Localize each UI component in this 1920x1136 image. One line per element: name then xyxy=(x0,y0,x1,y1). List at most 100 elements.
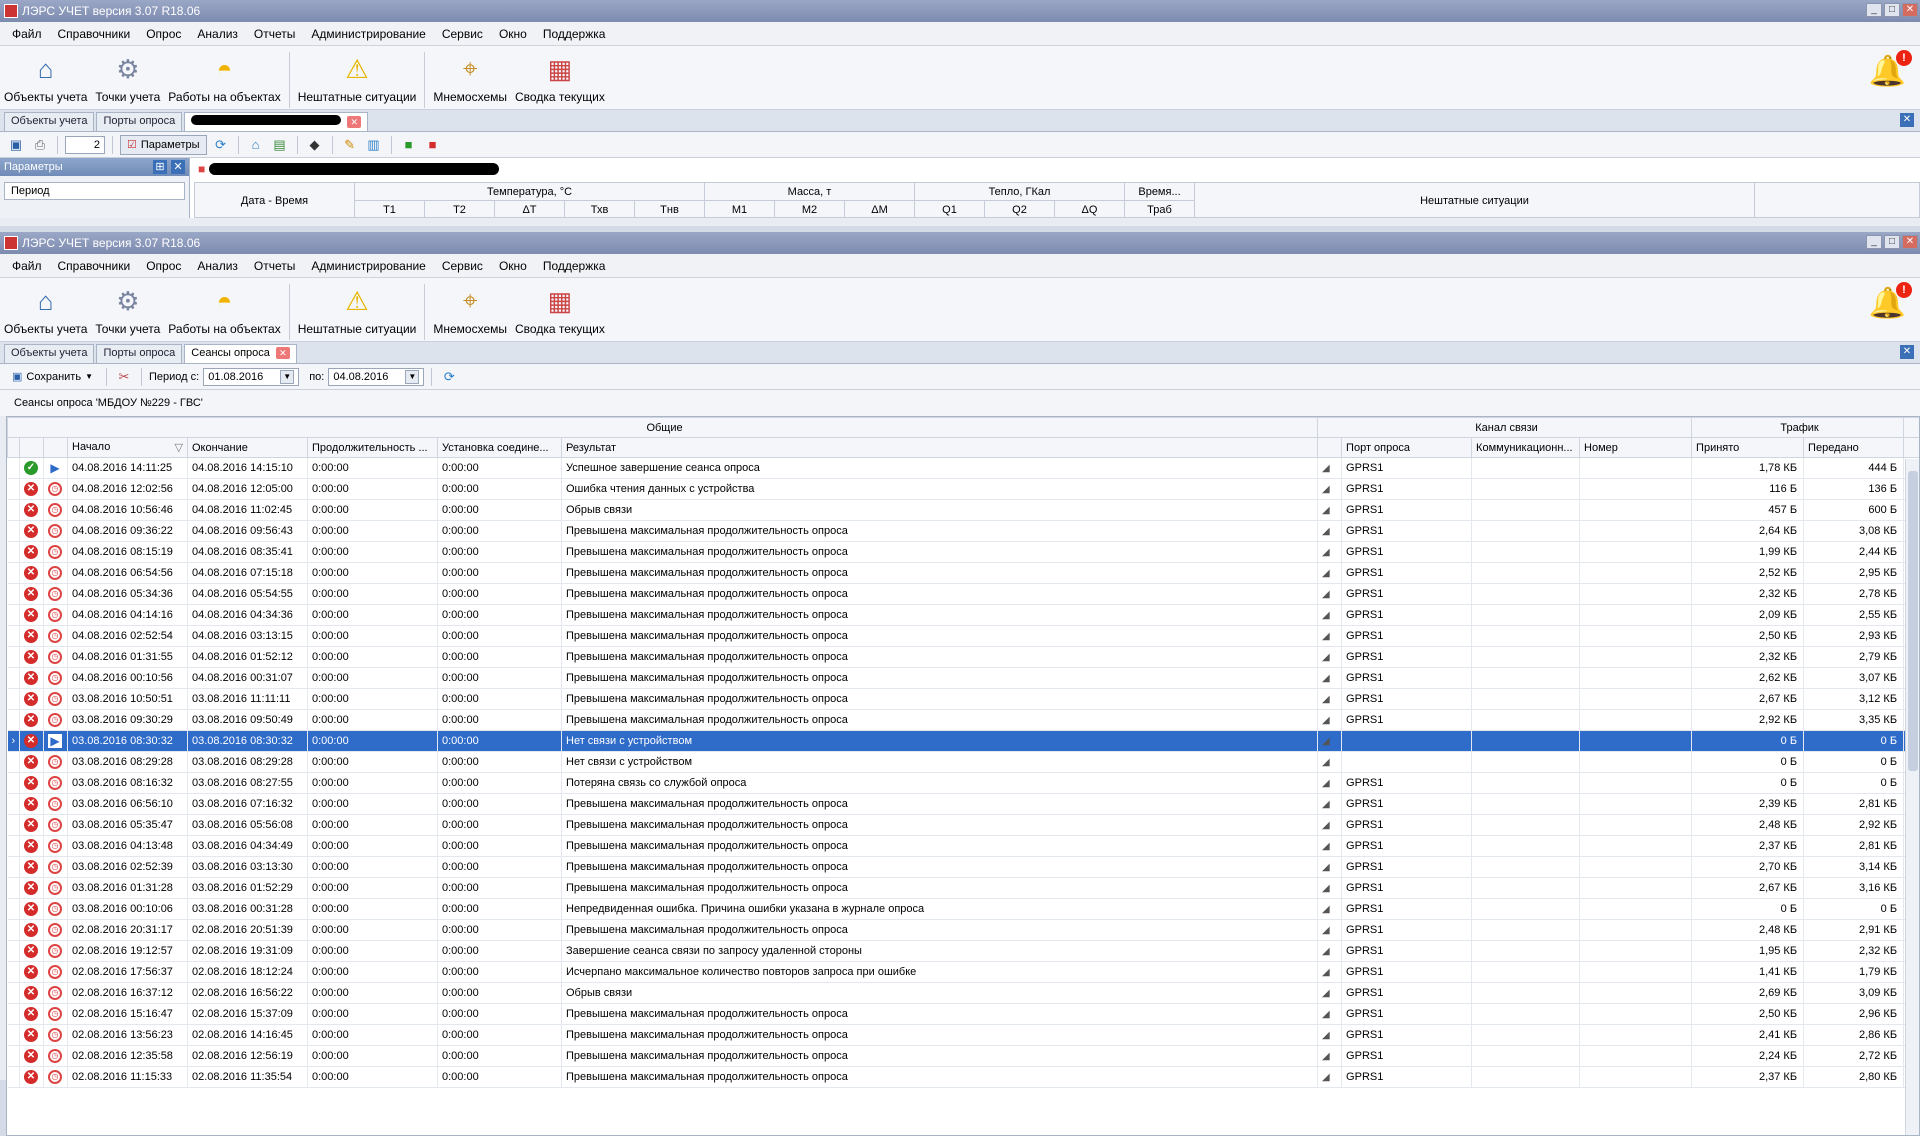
date-to-input[interactable]: 04.08.2016▼ xyxy=(328,368,424,386)
tab-sessions[interactable]: Сеансы опроса✕ xyxy=(184,344,297,363)
menu-support[interactable]: Поддержка xyxy=(535,27,614,41)
refresh-icon[interactable]: ⟳ xyxy=(439,367,459,387)
col-comm[interactable]: Коммуникационн... xyxy=(1472,438,1580,458)
print-icon[interactable]: ⎙ xyxy=(30,135,50,155)
table-row[interactable]: ✕◷04.08.2016 02:52:5404.08.2016 03:13:15… xyxy=(8,626,1920,647)
ribbon-summary-button[interactable]: ▦Сводка текущих xyxy=(511,52,609,104)
table-row[interactable]: ✕◷02.08.2016 16:37:1202.08.2016 16:56:22… xyxy=(8,983,1920,1004)
table-row[interactable]: ✕◷04.08.2016 10:56:4604.08.2016 11:02:45… xyxy=(8,500,1920,521)
table-row[interactable]: ✕◷02.08.2016 20:31:1702.08.2016 20:51:39… xyxy=(8,920,1920,941)
start-icon[interactable]: ■ xyxy=(399,135,419,155)
menu-file[interactable]: Файл xyxy=(4,27,50,41)
close-button[interactable]: ✕ xyxy=(1902,3,1918,17)
col-start[interactable]: Начало▽ xyxy=(68,438,188,458)
menu-poll[interactable]: Опрос xyxy=(138,259,189,273)
table-row[interactable]: ✕◷03.08.2016 01:31:2803.08.2016 01:52:29… xyxy=(8,878,1920,899)
tab-ports[interactable]: Порты опроса xyxy=(96,344,182,363)
edit-icon[interactable]: ✎ xyxy=(340,135,360,155)
col-result[interactable]: Результат xyxy=(562,438,1318,458)
menu-directories[interactable]: Справочники xyxy=(50,259,139,273)
col-received[interactable]: Принято xyxy=(1692,438,1804,458)
table-row[interactable]: ✕◷04.08.2016 01:31:5504.08.2016 01:52:12… xyxy=(8,647,1920,668)
stop-icon[interactable]: ■ xyxy=(423,135,443,155)
table-row[interactable]: ✕◷02.08.2016 19:12:5702.08.2016 19:31:09… xyxy=(8,941,1920,962)
tab-ports[interactable]: Порты опроса xyxy=(96,112,182,131)
menu-window[interactable]: Окно xyxy=(491,27,535,41)
scrollbar-thumb[interactable] xyxy=(1908,471,1918,771)
page-stepper[interactable]: 2 xyxy=(65,136,105,154)
table-row[interactable]: ✕◷04.08.2016 04:14:1604.08.2016 04:34:36… xyxy=(8,605,1920,626)
table-row[interactable]: ✕◷03.08.2016 04:13:4803.08.2016 04:34:49… xyxy=(8,836,1920,857)
table-row[interactable]: ✕◷02.08.2016 17:56:3702.08.2016 18:12:24… xyxy=(8,962,1920,983)
tab-redacted[interactable]: ✕ xyxy=(184,112,368,131)
col-port[interactable]: Порт опроса xyxy=(1342,438,1472,458)
save-icon[interactable]: ▣ xyxy=(6,135,26,155)
col-type[interactable] xyxy=(44,438,68,458)
maximize-button[interactable]: □ xyxy=(1884,3,1900,17)
table-row[interactable]: ✕◷02.08.2016 11:15:3302.08.2016 11:35:54… xyxy=(8,1067,1920,1088)
table-row[interactable]: ✕◷02.08.2016 13:56:2302.08.2016 14:16:45… xyxy=(8,1025,1920,1046)
close-icon[interactable]: ✕ xyxy=(171,160,185,174)
table-row[interactable]: ✕◷03.08.2016 10:50:5103.08.2016 11:11:11… xyxy=(8,689,1920,710)
tab-objects[interactable]: Объекты учета xyxy=(4,344,94,363)
close-all-tabs-icon[interactable]: ✕ xyxy=(1900,113,1914,127)
table-row[interactable]: ›✕▶03.08.2016 08:30:3203.08.2016 08:30:3… xyxy=(8,731,1920,752)
col-duration[interactable]: Продолжительность ... xyxy=(308,438,438,458)
calculator-icon[interactable]: ▥ xyxy=(364,135,384,155)
table-row[interactable]: ✕◷04.08.2016 05:34:3604.08.2016 05:54:55… xyxy=(8,584,1920,605)
ribbon-mnemo-button[interactable]: ⌖Мнемосхемы xyxy=(429,52,511,104)
table-row[interactable]: ✕◷02.08.2016 15:16:4702.08.2016 15:37:09… xyxy=(8,1004,1920,1025)
date-from-input[interactable]: 01.08.2016▼ xyxy=(203,368,299,386)
menu-service[interactable]: Сервис xyxy=(434,27,491,41)
col-end[interactable]: Окончание xyxy=(188,438,308,458)
menu-analysis[interactable]: Анализ xyxy=(189,27,246,41)
bell-icon[interactable]: 🔔! xyxy=(1869,286,1906,321)
period-selector[interactable]: Период xyxy=(4,182,185,200)
chevron-down-icon[interactable]: ▼ xyxy=(280,370,294,384)
table-row[interactable]: ✕◷02.08.2016 12:35:5802.08.2016 12:56:19… xyxy=(8,1046,1920,1067)
ribbon-works-button[interactable]: ◓Работы на объектах xyxy=(164,52,284,104)
table-row[interactable]: ✕◷04.08.2016 08:15:1904.08.2016 08:35:41… xyxy=(8,542,1920,563)
col-sent[interactable]: Передано xyxy=(1804,438,1904,458)
close-tab-icon[interactable]: ✕ xyxy=(347,116,361,128)
col-status[interactable] xyxy=(20,438,44,458)
clear-icon[interactable]: ✂ xyxy=(114,367,134,387)
col-connect[interactable]: Установка соедине... xyxy=(438,438,562,458)
menu-admin[interactable]: Администрирование xyxy=(303,27,433,41)
menu-service[interactable]: Сервис xyxy=(434,259,491,273)
chart-icon[interactable]: ▤ xyxy=(270,135,290,155)
bell-icon[interactable]: 🔔! xyxy=(1869,54,1906,89)
minimize-button[interactable]: _ xyxy=(1866,235,1882,249)
parameters-button[interactable]: ☑Параметры xyxy=(120,135,207,155)
ribbon-works-button[interactable]: ◓Работы на объектах xyxy=(164,284,284,336)
table-row[interactable]: ✕◷03.08.2016 02:52:3903.08.2016 03:13:30… xyxy=(8,857,1920,878)
ribbon-alarms-button[interactable]: ⚠Нештатные ситуации xyxy=(294,284,421,336)
table-row[interactable]: ✕◷03.08.2016 08:29:2803.08.2016 08:29:28… xyxy=(8,752,1920,773)
refresh-icon[interactable]: ⟳ xyxy=(211,135,231,155)
table-row[interactable]: ✕◷04.08.2016 09:36:2204.08.2016 09:56:43… xyxy=(8,521,1920,542)
menu-analysis[interactable]: Анализ xyxy=(189,259,246,273)
table-row[interactable]: ✕◷03.08.2016 09:30:2903.08.2016 09:50:49… xyxy=(8,710,1920,731)
col-port-icon[interactable] xyxy=(1318,438,1342,458)
close-all-tabs-icon[interactable]: ✕ xyxy=(1900,345,1914,359)
table-row[interactable]: ✕◷04.08.2016 12:02:5604.08.2016 12:05:00… xyxy=(8,479,1920,500)
table-row[interactable]: ✕◷03.08.2016 08:16:3203.08.2016 08:27:55… xyxy=(8,773,1920,794)
vertical-scrollbar[interactable] xyxy=(1905,459,1919,1135)
menu-directories[interactable]: Справочники xyxy=(50,27,139,41)
close-tab-icon[interactable]: ✕ xyxy=(276,347,290,359)
maximize-button[interactable]: □ xyxy=(1884,235,1900,249)
pin-icon[interactable]: ⊞ xyxy=(153,160,167,174)
ribbon-mnemo-button[interactable]: ⌖Мнемосхемы xyxy=(429,284,511,336)
ribbon-objects-button[interactable]: ⌂Объекты учета xyxy=(0,284,91,336)
ribbon-points-button[interactable]: ⚙Точки учета xyxy=(91,52,164,104)
table-row[interactable]: ✕◷04.08.2016 06:54:5604.08.2016 07:15:18… xyxy=(8,563,1920,584)
menu-file[interactable]: Файл xyxy=(4,259,50,273)
menu-admin[interactable]: Администрирование xyxy=(303,259,433,273)
col-number[interactable]: Номер xyxy=(1580,438,1692,458)
table-row[interactable]: ✕◷04.08.2016 00:10:5604.08.2016 00:31:07… xyxy=(8,668,1920,689)
ribbon-points-button[interactable]: ⚙Точки учета xyxy=(91,284,164,336)
menu-window[interactable]: Окно xyxy=(491,259,535,273)
ribbon-alarms-button[interactable]: ⚠Нештатные ситуации xyxy=(294,52,421,104)
ribbon-summary-button[interactable]: ▦Сводка текущих xyxy=(511,284,609,336)
tab-objects[interactable]: Объекты учета xyxy=(4,112,94,131)
